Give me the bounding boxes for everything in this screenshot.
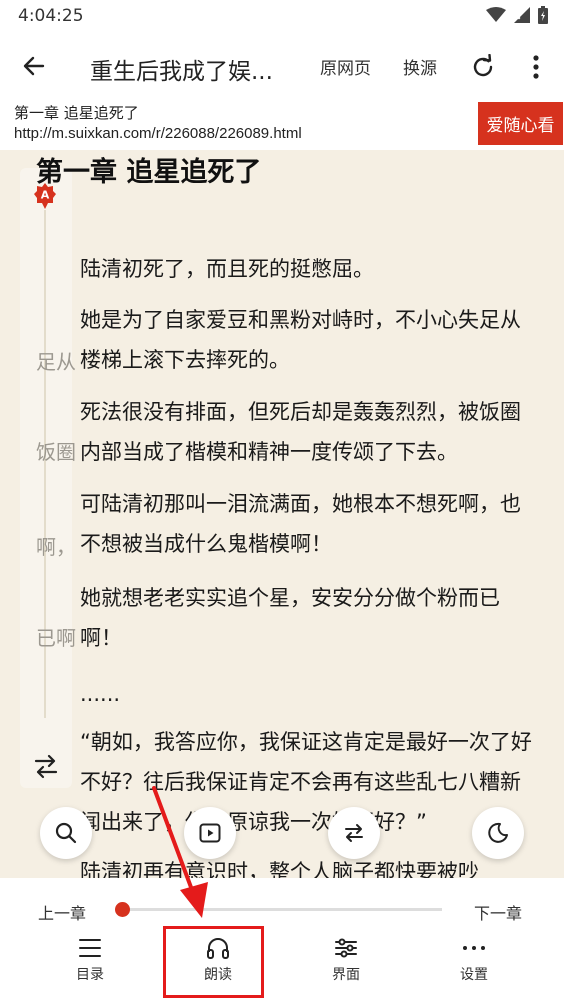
chapter-info-bar: 第一章 追星追死了 http://m.suixkan.com/r/226088/… — [0, 98, 564, 150]
paragraph-text: 陆清初再有意识时，整个人脑子都快要被吵 — [80, 860, 479, 878]
chapter-name: 第一章 追星追死了 — [14, 104, 139, 122]
book-title: 重生后我成了娱... — [90, 59, 273, 85]
battery-icon — [538, 6, 548, 24]
next-chapter-button[interactable]: 下一章 — [474, 900, 522, 924]
paragraph-text: “朝如，我答应你，我保证这肯定是最好一次了好不好？往后我保证肯定不会再有这些乱七… — [80, 730, 532, 834]
bottom-menu: 上一章 下一章 目录 朗读 界面 设置 — [0, 878, 564, 1004]
nav-label: 目录 — [76, 967, 104, 983]
reader-content[interactable]: 第一章 追星追死了 A 足从 饭圈 啊， 已啊 陆清初死了，而且死的挺憋屈。 她… — [0, 150, 564, 878]
paragraph-text: 她就想老老实实追个星，安安分分做个粉而已啊！ — [80, 586, 500, 650]
back-button[interactable] — [16, 48, 52, 84]
more-vertical-icon — [533, 55, 539, 79]
more-horizontal-icon — [463, 946, 485, 950]
original-page-button[interactable]: 原网页 — [320, 54, 371, 79]
signal-icon — [514, 7, 530, 23]
paragraph: ...... — [36, 674, 536, 714]
paragraph-text: ...... — [80, 682, 121, 706]
chapter-title: 第一章 追星追死了 — [36, 157, 262, 188]
ad-badge-label: A — [41, 189, 50, 202]
nav-label: 设置 — [460, 967, 488, 983]
prev-chapter-button[interactable]: 上一章 — [38, 900, 86, 924]
progress-thumb[interactable] — [114, 902, 130, 917]
refresh-button[interactable] — [466, 50, 500, 84]
status-icons — [486, 6, 548, 24]
wifi-icon — [486, 7, 506, 22]
moon-icon — [488, 822, 508, 843]
swap-arrows-icon[interactable] — [32, 753, 60, 779]
sliders-icon — [335, 938, 357, 958]
nav-interface[interactable]: 界面 — [301, 936, 391, 996]
paragraph: 陆清初死了，而且死的挺憋屈。 — [36, 249, 536, 289]
arrow-left-icon — [23, 56, 45, 76]
paragraph: 陆清初再有意识时，整个人脑子都快要被吵 — [36, 852, 532, 878]
swap-icon — [345, 824, 363, 842]
ad-badge-icon[interactable]: A — [34, 183, 56, 209]
paragraph: 可陆清初那叫一泪流满面，她根本不想死啊，也不想被当成什么鬼楷模啊！ — [36, 484, 532, 564]
paragraph: 死法很没有排面，但死后却是轰轰烈烈，被饭圈内部当成了楷模和精神一度传颂了下去。 — [36, 392, 532, 472]
chapter-url[interactable]: http://m.suixkan.com/r/226088/226089.htm… — [14, 125, 302, 142]
night-mode-button[interactable] — [472, 807, 524, 859]
paragraph: 她是为了自家爱豆和黑粉对峙时，不小心失足从楼梯上滚下去摔死的。 — [36, 300, 532, 380]
favorite-button[interactable]: 爱随心看 — [478, 102, 563, 145]
paragraph-text: 死法很没有排面，但死后却是轰轰烈烈，被饭圈内部当成了楷模和精神一度传颂了下去。 — [80, 400, 521, 464]
paragraph: “朝如，我答应你，我保证这肯定是最好一次了好不好？往后我保证肯定不会再有这些乱七… — [36, 722, 532, 842]
refresh-icon — [473, 54, 493, 77]
status-time: 4:04:25 — [18, 6, 84, 26]
paragraph-text: 她是为了自家爱豆和黑粉对峙时，不小心失足从楼梯上滚下去摔死的。 — [80, 308, 521, 372]
menu-list-icon — [79, 939, 101, 957]
chapter-progress-slider[interactable] — [122, 908, 442, 911]
search-button[interactable] — [40, 807, 92, 859]
nav-settings[interactable]: 设置 — [429, 936, 519, 996]
play-box-icon — [199, 823, 221, 843]
status-bar: 4:04:25 — [0, 0, 564, 34]
change-source-button[interactable]: 换源 — [403, 54, 437, 79]
nav-catalog[interactable]: 目录 — [45, 936, 135, 996]
paragraph-text: 可陆清初那叫一泪流满面，她根本不想死啊，也不想被当成什么鬼楷模啊！ — [80, 492, 521, 556]
replace-button[interactable] — [328, 807, 380, 859]
more-options-button[interactable] — [522, 50, 550, 84]
paragraph-text: 陆清初死了，而且死的挺憋屈。 — [80, 257, 374, 281]
paragraph: 她就想老老实实追个星，安安分分做个粉而已啊！ — [36, 578, 532, 658]
read-aloud-highlight-box — [163, 926, 264, 998]
search-icon — [55, 822, 77, 844]
top-toolbar: 重生后我成了娱... 原网页 换源 — [0, 34, 564, 98]
auto-page-button[interactable] — [184, 807, 236, 859]
nav-label: 界面 — [332, 967, 360, 983]
